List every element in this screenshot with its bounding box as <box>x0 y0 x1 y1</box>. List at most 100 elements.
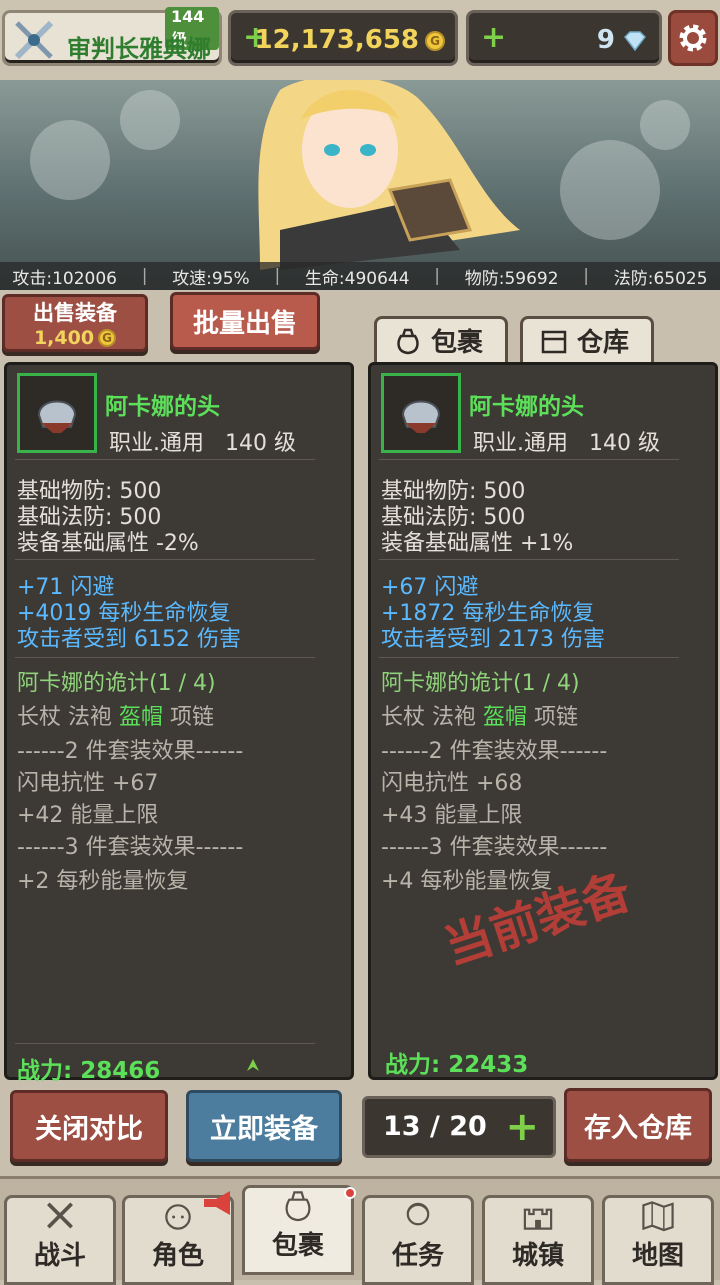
set-2-effect: +42 能量上限 <box>17 803 159 828</box>
tab-bag[interactable]: 包裹 <box>374 316 508 362</box>
tab-storage-label: 仓库 <box>577 328 630 358</box>
sell-equipment-button[interactable]: 出售装备 1,400 G <box>2 294 148 352</box>
power-up-arrow-icon <box>247 1059 259 1071</box>
helmet-icon <box>37 400 77 433</box>
gold-amount: 12,173,658 <box>254 25 419 55</box>
set-2-effect: +43 能量上限 <box>381 803 523 828</box>
top-bar: 144 级 审判长雅典娜 + 12,173,658 G + 9 <box>0 0 720 80</box>
item-header: 阿卡娜的头 职业.通用 140 级 <box>15 371 345 457</box>
nav-town[interactable]: 城镇 <box>482 1195 594 1285</box>
item-icon[interactable] <box>17 373 97 453</box>
power-value: 22433 <box>448 1052 529 1078</box>
compare-item-panel: 阿卡娜的头 职业.通用 140 级 基础物防: 500 基础法防: 500 装备… <box>4 362 354 1084</box>
set-3-title: ------3 件套装效果------ <box>17 835 244 860</box>
item-name: 阿卡娜的头 <box>469 394 584 420</box>
bottom-nav: 战斗 角色 包裹 任务 城镇 地图 <box>0 1176 720 1285</box>
nav-battle[interactable]: 战斗 <box>4 1195 116 1285</box>
item-class-level: 职业.通用 140 级 <box>109 431 296 456</box>
crossed-swords-icon <box>47 1202 73 1229</box>
stat-magic-defense: 法防:65025 <box>613 268 708 289</box>
sell-label: 出售装备 <box>33 301 117 325</box>
gear-icon <box>679 24 707 52</box>
storage-icon <box>541 330 567 353</box>
settings-button[interactable] <box>668 10 718 66</box>
set-piece: 项链 <box>170 705 215 730</box>
add-gem-button[interactable]: + <box>481 23 506 53</box>
item-set-name: 阿卡娜的诡计(1 / 4) <box>17 671 216 696</box>
megaphone-icon <box>204 1191 230 1215</box>
stat-hp: 生命:490644 <box>304 268 410 289</box>
character-stats-strip: 攻击:102006 | 攻速:95% | 生命:490644 | 物防:5969… <box>0 262 720 290</box>
set-piece-owned: 盔帽 <box>119 705 164 730</box>
nav-label: 包裹 <box>271 1231 324 1261</box>
gold-coin-icon: G <box>98 329 117 347</box>
stat-separator: | <box>583 266 590 286</box>
bag-capacity: 13 / 20 + <box>362 1096 556 1158</box>
gem-panel: + 9 <box>466 10 662 66</box>
helmet-icon <box>401 400 441 433</box>
set-3-title: ------3 件套装效果------ <box>381 835 608 860</box>
item-class-level: 职业.通用 140 级 <box>473 431 660 456</box>
tab-bag-label: 包裹 <box>431 328 484 358</box>
nav-map[interactable]: 地图 <box>602 1195 714 1285</box>
set-piece: 长杖 <box>17 705 62 730</box>
stat-physical-defense: 物防:59692 <box>464 268 559 289</box>
set-piece: 法袍 <box>432 705 477 730</box>
nav-label: 任务 <box>391 1241 444 1271</box>
gem-amount: 9 <box>596 25 615 55</box>
item-header: 阿卡娜的头 职业.通用 140 级 <box>379 371 709 457</box>
nav-quest[interactable]: 任务 <box>362 1195 474 1285</box>
character-face-icon <box>165 1204 191 1230</box>
item-name: 阿卡娜的头 <box>105 394 220 420</box>
castle-icon <box>523 1208 553 1230</box>
item-set-name: 阿卡娜的诡计(1 / 4) <box>381 671 580 696</box>
sell-price-value: 1,400 <box>33 327 95 349</box>
item-power: 战力: 28466 <box>17 1051 160 1085</box>
character-art <box>258 80 520 270</box>
gold-panel: + 12,173,658 G <box>228 10 458 66</box>
sell-price: 1,400 G <box>33 327 117 349</box>
power-label: 战力: <box>17 1058 73 1084</box>
set-2-effect: 闪电抗性 +68 <box>381 771 523 796</box>
set-2-effect: 闪电抗性 +67 <box>17 771 159 796</box>
store-to-warehouse-button[interactable]: 存入仓库 <box>564 1088 712 1162</box>
diamond-icon <box>624 31 646 51</box>
set-piece: 长杖 <box>381 705 426 730</box>
equipped-item-panel: 阿卡娜的头 职业.通用 140 级 基础物防: 500 基础法防: 500 装备… <box>368 362 718 1080</box>
sword-icon <box>14 20 54 60</box>
player-name: 审判长雅典娜 <box>67 35 211 63</box>
item-icon[interactable] <box>381 373 461 453</box>
nav-label: 地图 <box>631 1241 684 1271</box>
set-3-effect: +2 每秒能量恢复 <box>17 869 189 894</box>
item-base-stat: 装备基础属性 +1% <box>381 531 574 556</box>
expand-bag-button[interactable]: + <box>505 1105 539 1149</box>
map-icon <box>642 1201 674 1232</box>
stat-separator: | <box>141 266 148 286</box>
power-value: 28466 <box>80 1058 161 1084</box>
notification-dot <box>344 1187 356 1199</box>
tab-storage[interactable]: 仓库 <box>520 316 654 362</box>
equip-now-button[interactable]: 立即装备 <box>186 1090 342 1162</box>
bag-icon <box>397 328 419 354</box>
item-power: 战力: 22433 <box>385 1045 528 1079</box>
nav-bag[interactable]: 包裹 <box>242 1185 354 1275</box>
set-2-title: ------2 件套装效果------ <box>17 739 244 764</box>
close-compare-button[interactable]: 关闭对比 <box>10 1090 168 1162</box>
item-set-pieces: 长杖 法袍 盔帽 项链 <box>381 699 578 731</box>
item-base-stat: 装备基础属性 -2% <box>17 531 199 556</box>
power-label: 战力: <box>385 1052 441 1078</box>
stat-separator: | <box>274 266 281 286</box>
set-2-title: ------2 件套装效果------ <box>381 739 608 764</box>
set-piece: 法袍 <box>68 705 113 730</box>
set-piece-owned: 盔帽 <box>483 705 528 730</box>
set-piece: 项链 <box>534 705 579 730</box>
item-bonus-stat: 攻击者受到 6152 伤害 <box>17 627 241 652</box>
stat-attack: 攻击:102006 <box>12 268 117 289</box>
item-bonus-stat: 攻击者受到 2173 伤害 <box>381 627 605 652</box>
item-set-pieces: 长杖 法袍 盔帽 项链 <box>17 699 214 731</box>
stat-attack-speed: 攻速:95% <box>172 268 250 289</box>
hero-portrait <box>0 80 720 290</box>
player-name-panel[interactable]: 144 级 审判长雅典娜 <box>2 7 222 66</box>
bag-icon <box>285 1191 311 1222</box>
bulk-sell-button[interactable]: 批量出售 <box>170 292 320 350</box>
